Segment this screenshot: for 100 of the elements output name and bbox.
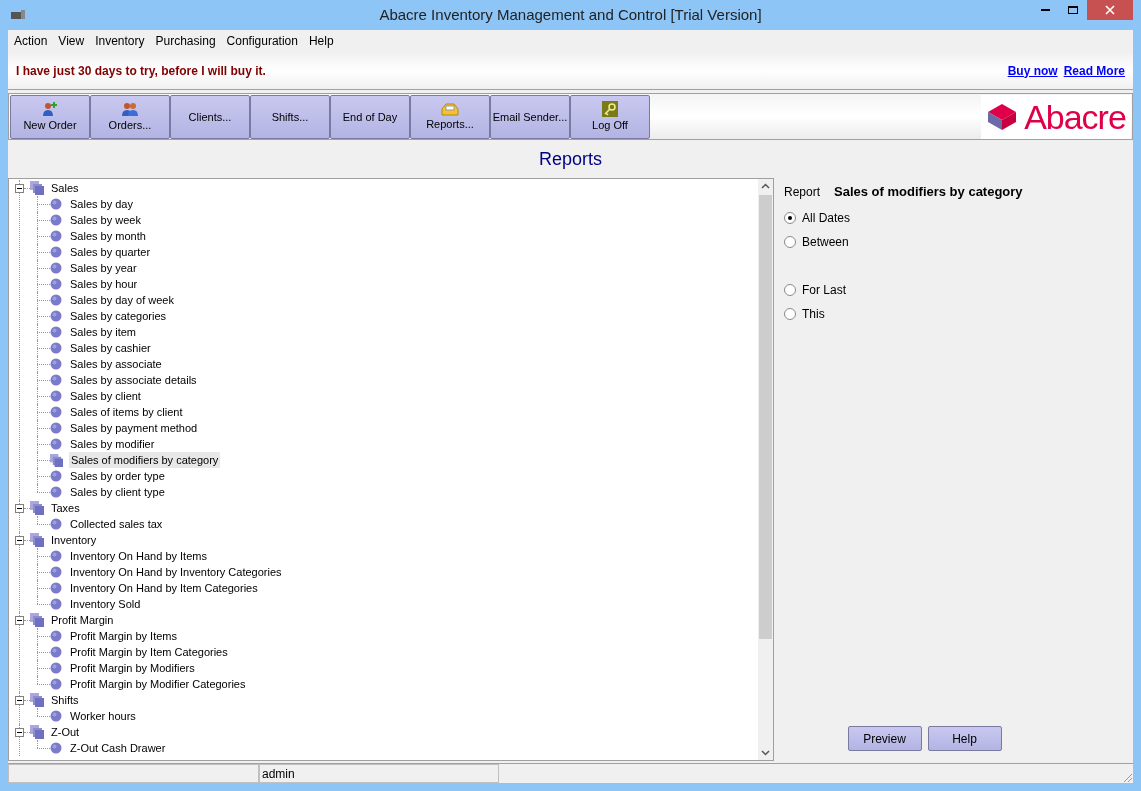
collapse-toggle[interactable] <box>15 695 24 705</box>
tree-item[interactable]: Sales by order type <box>68 467 167 485</box>
menu-item[interactable]: Configuration <box>222 30 302 52</box>
circle-icon <box>50 646 62 658</box>
resize-grip-icon[interactable] <box>1121 771 1133 783</box>
menu-item[interactable]: Inventory <box>91 30 149 52</box>
radio-button[interactable] <box>784 284 796 296</box>
circle-icon <box>50 294 62 306</box>
menu-item[interactable]: Help <box>304 30 338 52</box>
radio-label[interactable]: This <box>802 305 825 323</box>
tree-item[interactable]: Sales by quarter <box>68 243 153 261</box>
menu-item[interactable]: View <box>54 30 89 52</box>
toolbar-button[interactable]: Reports... <box>410 94 490 139</box>
radio-label[interactable]: Between <box>802 233 849 251</box>
circle-icon <box>50 710 62 722</box>
tree-item[interactable]: Sales by associate <box>68 355 164 373</box>
tree-group-label[interactable]: Z-Out <box>50 723 81 741</box>
tree-item[interactable]: Sales by client type <box>68 483 167 501</box>
circle-icon <box>50 438 62 450</box>
dialog-button[interactable]: Preview <box>847 726 922 751</box>
circle-icon <box>50 198 62 210</box>
tree-item[interactable]: Sales by associate details <box>68 371 199 389</box>
tree-item[interactable]: Sales by client <box>68 387 143 405</box>
tree-item[interactable]: Sales by payment method <box>68 419 200 437</box>
folder-stack-icon <box>30 533 44 547</box>
circle-icon <box>50 214 62 226</box>
tree-item[interactable]: Sales by day <box>68 195 135 213</box>
tree-group-label[interactable]: Taxes <box>50 499 81 517</box>
circle-icon <box>50 406 62 418</box>
folder-stack-icon <box>30 693 44 707</box>
dialog-button[interactable]: Help <box>927 726 1002 751</box>
toolbar-button[interactable]: Shifts... <box>250 94 330 139</box>
folder-stack-icon <box>50 453 63 467</box>
circle-icon <box>50 582 62 594</box>
folder-stack-icon <box>30 725 44 739</box>
tree-item[interactable]: Profit Margin by Modifier Categories <box>68 675 248 693</box>
collapse-toggle[interactable] <box>15 727 24 737</box>
collapse-toggle[interactable] <box>15 183 24 193</box>
circle-icon <box>50 598 62 610</box>
app-icon <box>10 9 26 21</box>
tree-item[interactable]: Profit Margin by Item Categories <box>68 643 230 661</box>
tree-group-label[interactable]: Shifts <box>50 691 80 709</box>
tree-group-label[interactable]: Inventory <box>50 531 98 549</box>
tree-item[interactable]: Sales by month <box>68 227 148 245</box>
folder-stack-icon <box>30 613 44 627</box>
toolbar-button[interactable]: End of Day <box>330 94 410 139</box>
circle-icon <box>50 326 62 338</box>
circle-icon <box>50 342 62 354</box>
circle-icon <box>50 262 62 274</box>
tree-group-label[interactable]: Profit Margin <box>50 611 115 629</box>
toolbar-button[interactable]: Log Off <box>570 94 650 139</box>
tree-item[interactable]: Inventory On Hand by Item Categories <box>68 579 260 597</box>
radio-button[interactable] <box>784 212 796 224</box>
circle-icon <box>50 230 62 242</box>
radio-label[interactable]: For Last <box>802 281 846 299</box>
scrollbar[interactable] <box>758 179 773 760</box>
tree-item[interactable]: Sales by year <box>68 259 139 277</box>
radio-button[interactable] <box>784 308 796 320</box>
tree-item[interactable]: Sales by item <box>68 323 139 341</box>
radio-label[interactable]: All Dates <box>802 209 851 227</box>
tree-item[interactable]: Inventory On Hand by Inventory Categories <box>68 563 284 581</box>
tree-item[interactable]: Profit Margin by Modifiers <box>68 659 197 677</box>
collapse-toggle[interactable] <box>15 503 24 513</box>
link[interactable]: Buy now <box>1007 61 1058 80</box>
collapse-toggle[interactable] <box>15 535 24 545</box>
tree-item[interactable]: Sales by day of week <box>68 291 176 309</box>
link[interactable]: Read More <box>1063 61 1125 80</box>
toolbar-button[interactable]: Clients... <box>170 94 250 139</box>
tree-item[interactable]: Sales of modifiers by category <box>69 451 221 469</box>
tree-item[interactable]: Sales by categories <box>68 307 168 325</box>
tree-item[interactable]: Sales by modifier <box>68 435 157 453</box>
toolbar-button[interactable]: Email Sender... <box>490 94 570 139</box>
tree-group-label[interactable]: Sales <box>50 179 80 197</box>
tree-item[interactable]: Z-Out Cash Drawer <box>68 739 168 757</box>
tree-item[interactable]: Profit Margin by Items <box>68 627 179 645</box>
radio-button[interactable] <box>784 236 796 248</box>
collapse-toggle[interactable] <box>15 615 24 625</box>
tree-item[interactable]: Inventory Sold <box>68 595 143 613</box>
person-add-icon <box>42 101 58 117</box>
folder-stack-icon <box>30 181 44 195</box>
window-title: Abacre Inventory Management and Control [Trial Version] <box>379 4 762 25</box>
tree-item[interactable]: Sales by week <box>68 211 143 229</box>
menu-item[interactable]: Action <box>10 30 52 52</box>
people-icon <box>121 101 139 117</box>
tree-item[interactable]: Worker hours <box>68 707 138 725</box>
circle-icon <box>50 278 62 290</box>
toolbar-button[interactable]: Orders... <box>90 94 170 139</box>
tree-item[interactable]: Sales of items by client <box>68 403 185 421</box>
circle-icon <box>50 390 62 402</box>
circle-icon <box>50 678 62 690</box>
close-icon <box>1105 5 1115 15</box>
key-icon <box>602 101 618 117</box>
report-label: Report <box>784 184 821 201</box>
tree-item[interactable]: Inventory On Hand by Items <box>68 547 209 565</box>
tree-item[interactable]: Sales by cashier <box>68 339 153 357</box>
tree-item[interactable]: Sales by hour <box>68 275 140 293</box>
toolbar-button[interactable]: New Order <box>10 94 90 139</box>
menu-item[interactable]: Purchasing <box>151 30 220 52</box>
tree-item[interactable]: Collected sales tax <box>68 515 165 533</box>
circle-icon <box>50 550 62 562</box>
